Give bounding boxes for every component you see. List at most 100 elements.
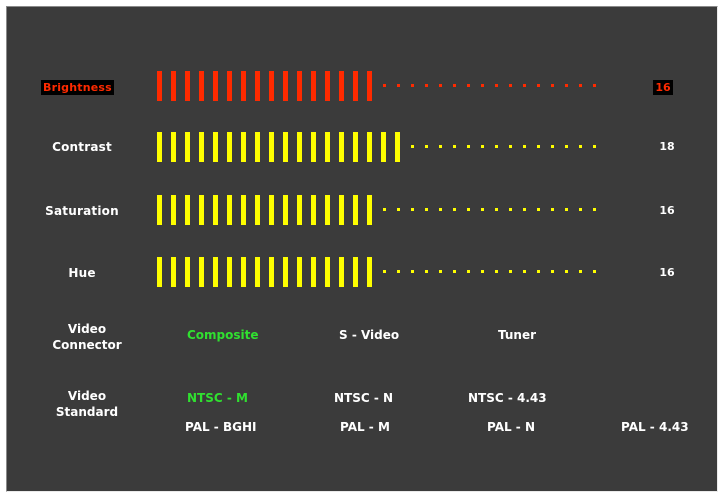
standard-option-pal-bghi[interactable]: PAL - BGHI xyxy=(185,420,256,434)
level-segment xyxy=(311,257,316,287)
level-dot xyxy=(411,145,414,148)
standard-option-ntsc-443[interactable]: NTSC - 4.43 xyxy=(468,391,547,405)
level-segment xyxy=(353,195,358,225)
level-dot xyxy=(467,208,470,211)
level-dot xyxy=(565,145,568,148)
level-segment xyxy=(255,257,260,287)
level-dot xyxy=(509,145,512,148)
video-connector-label-line2: Connector xyxy=(52,338,122,352)
level-dot xyxy=(453,208,456,211)
level-segment xyxy=(353,132,358,162)
level-dot xyxy=(495,84,498,87)
level-dot xyxy=(453,84,456,87)
level-dot xyxy=(453,145,456,148)
level-segment xyxy=(283,257,288,287)
standard-option-pal-n[interactable]: PAL - N xyxy=(487,420,535,434)
level-dot xyxy=(397,84,400,87)
level-segment xyxy=(325,132,330,162)
level-dot xyxy=(509,84,512,87)
level-segment xyxy=(297,71,302,101)
video-standard-label: Video Standard xyxy=(37,388,137,420)
brightness-value: 16 xyxy=(653,80,673,95)
connector-option-tuner[interactable]: Tuner xyxy=(498,328,536,342)
level-dot xyxy=(537,84,540,87)
standard-option-ntsc-m[interactable]: NTSC - M xyxy=(187,391,248,405)
level-segment xyxy=(269,132,274,162)
level-segment xyxy=(227,71,232,101)
level-segment xyxy=(381,132,386,162)
connector-option-s-video[interactable]: S - Video xyxy=(339,328,399,342)
level-dot xyxy=(411,208,414,211)
level-dot xyxy=(439,145,442,148)
level-dot xyxy=(439,270,442,273)
standard-option-pal-443[interactable]: PAL - 4.43 xyxy=(621,420,689,434)
level-dot xyxy=(593,84,596,87)
level-dot xyxy=(495,208,498,211)
level-segment xyxy=(367,71,372,101)
brightness-label[interactable]: Brightness xyxy=(41,80,114,95)
level-segment xyxy=(339,71,344,101)
level-segment xyxy=(213,71,218,101)
level-segment xyxy=(199,257,204,287)
level-segment xyxy=(185,195,190,225)
level-segment xyxy=(157,195,162,225)
level-segment xyxy=(171,257,176,287)
level-dot xyxy=(551,208,554,211)
level-segment xyxy=(311,195,316,225)
connector-option-composite[interactable]: Composite xyxy=(187,328,259,342)
level-segment xyxy=(283,71,288,101)
video-standard-label-line2: Standard xyxy=(55,405,119,419)
level-dot xyxy=(425,84,428,87)
saturation-label[interactable]: Saturation xyxy=(37,204,127,218)
level-segment xyxy=(339,132,344,162)
level-segment xyxy=(325,195,330,225)
level-segment xyxy=(269,71,274,101)
level-dot xyxy=(481,145,484,148)
level-segment xyxy=(213,257,218,287)
level-segment xyxy=(297,132,302,162)
standard-option-pal-m[interactable]: PAL - M xyxy=(340,420,390,434)
level-segment xyxy=(185,71,190,101)
level-segment xyxy=(227,195,232,225)
level-segment xyxy=(297,257,302,287)
hue-label[interactable]: Hue xyxy=(37,266,127,280)
level-dot xyxy=(425,270,428,273)
level-dot xyxy=(411,84,414,87)
level-segment xyxy=(339,257,344,287)
level-dot xyxy=(593,270,596,273)
level-dot xyxy=(551,84,554,87)
level-segment xyxy=(269,195,274,225)
contrast-value: 18 xyxy=(659,140,675,153)
level-segment xyxy=(171,195,176,225)
level-dot xyxy=(593,208,596,211)
level-dot xyxy=(579,145,582,148)
level-dot xyxy=(481,84,484,87)
level-segment xyxy=(157,71,162,101)
standard-option-ntsc-n[interactable]: NTSC - N xyxy=(334,391,393,405)
level-dot xyxy=(439,84,442,87)
level-segment xyxy=(325,257,330,287)
level-segment xyxy=(227,257,232,287)
level-segment xyxy=(241,257,246,287)
level-segment xyxy=(157,132,162,162)
level-dot xyxy=(383,84,386,87)
level-segment xyxy=(171,71,176,101)
level-dot xyxy=(481,208,484,211)
level-segment xyxy=(199,195,204,225)
level-dot xyxy=(509,208,512,211)
level-dot xyxy=(523,84,526,87)
level-dot xyxy=(467,84,470,87)
level-dot xyxy=(537,208,540,211)
level-segment xyxy=(283,132,288,162)
level-dot xyxy=(509,270,512,273)
level-dot xyxy=(453,270,456,273)
level-dot xyxy=(551,270,554,273)
level-segment xyxy=(255,132,260,162)
level-dot xyxy=(579,270,582,273)
level-dot xyxy=(467,270,470,273)
level-segment xyxy=(367,132,372,162)
level-dot xyxy=(551,145,554,148)
level-dot xyxy=(425,145,428,148)
hue-value: 16 xyxy=(659,266,675,279)
contrast-label[interactable]: Contrast xyxy=(37,140,127,154)
